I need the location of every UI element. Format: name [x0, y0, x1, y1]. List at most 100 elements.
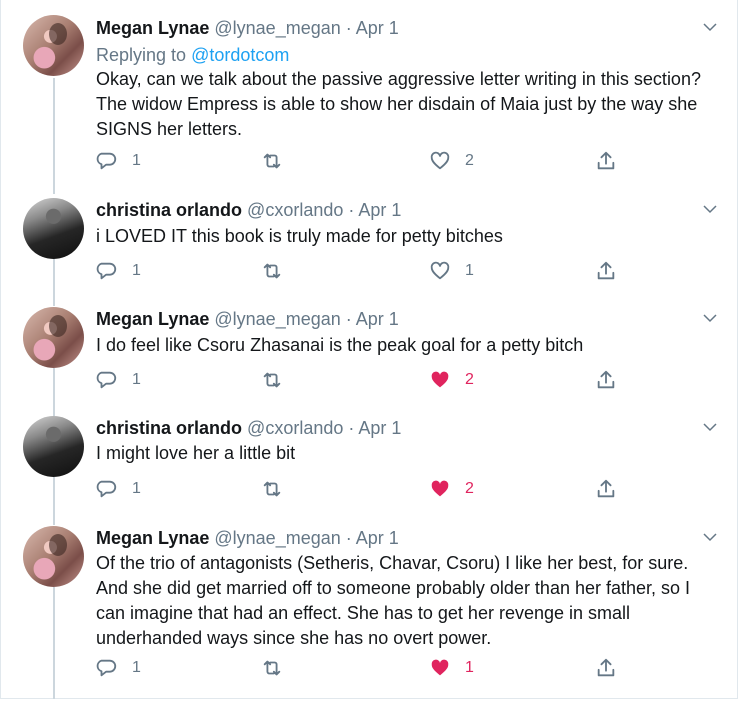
tweet[interactable]: Megan Lynae @lynae_megan · Apr 1 I do fe…	[1, 300, 739, 410]
avatar[interactable]	[23, 307, 84, 368]
tweet[interactable]: Megan Lynae @lynae_megan · Apr 1 Replyin…	[1, 0, 739, 190]
tweet-text: Of the trio of antagonists (Setheris, Ch…	[96, 553, 691, 648]
like-count: 2	[465, 371, 474, 388]
reply-count: 1	[132, 152, 141, 169]
tweet-header: Megan Lynae @lynae_megan · Apr 1	[96, 307, 399, 331]
reply-icon	[96, 480, 117, 498]
tweet-text: i LOVED IT this book is truly made for p…	[96, 226, 503, 246]
heart-icon	[431, 371, 449, 388]
reply-button[interactable]: 1	[96, 368, 141, 392]
reply-button[interactable]: 1	[96, 656, 141, 680]
tweet-text: Okay, can we talk about the passive aggr…	[96, 69, 701, 139]
tweet[interactable]: christina orlando @cxorlando · Apr 1 I m…	[1, 410, 739, 520]
heart-icon	[431, 480, 449, 497]
retweet-icon	[263, 481, 281, 497]
reply-icon	[96, 152, 117, 170]
tweet-text: I do feel like Csoru Zhasanai is the pea…	[96, 335, 584, 355]
timestamp[interactable]: Apr 1	[358, 200, 401, 220]
timestamp[interactable]: Apr 1	[356, 528, 399, 548]
retweet-button[interactable]	[261, 656, 297, 680]
separator-dot: ·	[348, 418, 355, 438]
share-button[interactable]	[595, 259, 617, 283]
retweet-button[interactable]	[261, 368, 297, 392]
reply-button[interactable]: 1	[96, 259, 141, 283]
share-icon	[597, 479, 615, 498]
avatar[interactable]	[23, 526, 84, 587]
tweet-text: I might love her a little bit	[96, 443, 296, 463]
handle[interactable]: @cxorlando	[247, 200, 343, 220]
tweet-header: Megan Lynae @lynae_megan · Apr 1	[96, 526, 399, 550]
tweet-header: Megan Lynae @lynae_megan · Apr 1	[96, 16, 399, 40]
share-icon	[597, 151, 615, 170]
chevron-down-icon[interactable]	[701, 18, 719, 36]
reply-icon	[96, 371, 117, 389]
tweet[interactable]: Megan Lynae @lynae_megan · Apr 1 Of the …	[1, 520, 739, 700]
chevron-down-icon[interactable]	[701, 200, 719, 218]
like-button[interactable]: 2	[429, 368, 474, 392]
handle[interactable]: @cxorlando	[247, 418, 343, 438]
timestamp[interactable]: Apr 1	[356, 309, 399, 329]
display-name[interactable]: Megan Lynae	[96, 528, 209, 548]
like-button[interactable]: 2	[429, 149, 474, 173]
share-button[interactable]	[595, 149, 617, 173]
reply-icon	[96, 659, 117, 677]
handle[interactable]: @lynae_megan	[214, 528, 340, 548]
share-button[interactable]	[595, 477, 617, 501]
like-button[interactable]: 2	[429, 477, 474, 501]
separator-dot: ·	[345, 309, 352, 329]
tweet-actions: 1 1	[96, 656, 626, 680]
like-count: 1	[465, 659, 474, 676]
reply-button[interactable]: 1	[96, 477, 141, 501]
separator-dot: ·	[345, 18, 352, 38]
reply-count: 1	[132, 371, 141, 388]
tweet-header: christina orlando @cxorlando · Apr 1	[96, 198, 401, 222]
separator-dot: ·	[345, 528, 352, 548]
heart-icon	[431, 659, 449, 676]
display-name[interactable]: christina orlando	[96, 418, 242, 438]
heart-icon	[430, 261, 450, 280]
display-name[interactable]: Megan Lynae	[96, 18, 209, 38]
avatar[interactable]	[23, 198, 84, 259]
chevron-down-icon[interactable]	[701, 528, 719, 546]
retweet-icon	[263, 372, 281, 388]
retweet-button[interactable]	[261, 259, 297, 283]
share-icon	[597, 658, 615, 677]
retweet-button[interactable]	[261, 477, 297, 501]
share-button[interactable]	[595, 656, 617, 680]
handle[interactable]: @lynae_megan	[214, 309, 340, 329]
display-name[interactable]: Megan Lynae	[96, 309, 209, 329]
conversation-thread: Megan Lynae @lynae_megan · Apr 1 Replyin…	[0, 0, 738, 699]
replying-to: Replying to @tordotcom	[96, 43, 289, 67]
reply-count: 1	[132, 262, 141, 279]
avatar[interactable]	[23, 416, 84, 477]
like-count: 2	[465, 480, 474, 497]
mention-link[interactable]: @tordotcom	[191, 45, 289, 65]
timestamp[interactable]: Apr 1	[356, 18, 399, 38]
replying-to-label: Replying to	[96, 45, 192, 65]
share-icon	[597, 370, 615, 389]
retweet-icon	[263, 660, 281, 676]
tweet-actions: 1 2	[96, 368, 626, 392]
chevron-down-icon[interactable]	[701, 309, 719, 327]
share-button[interactable]	[595, 368, 617, 392]
like-button[interactable]: 1	[429, 259, 474, 283]
timestamp[interactable]: Apr 1	[358, 418, 401, 438]
display-name[interactable]: christina orlando	[96, 200, 242, 220]
tweet-actions: 1 2	[96, 149, 626, 173]
tweet-header: christina orlando @cxorlando · Apr 1	[96, 416, 401, 440]
like-count: 2	[465, 152, 474, 169]
like-count: 1	[465, 262, 474, 279]
tweet[interactable]: christina orlando @cxorlando · Apr 1 i L…	[1, 190, 739, 300]
share-icon	[597, 261, 615, 280]
reply-icon	[96, 262, 117, 280]
separator-dot: ·	[348, 200, 355, 220]
heart-icon	[430, 151, 450, 170]
reply-count: 1	[132, 480, 141, 497]
retweet-button[interactable]	[261, 149, 297, 173]
handle[interactable]: @lynae_megan	[214, 18, 340, 38]
chevron-down-icon[interactable]	[701, 418, 719, 436]
retweet-icon	[263, 153, 281, 169]
like-button[interactable]: 1	[429, 656, 474, 680]
avatar[interactable]	[23, 15, 84, 76]
reply-button[interactable]: 1	[96, 149, 141, 173]
